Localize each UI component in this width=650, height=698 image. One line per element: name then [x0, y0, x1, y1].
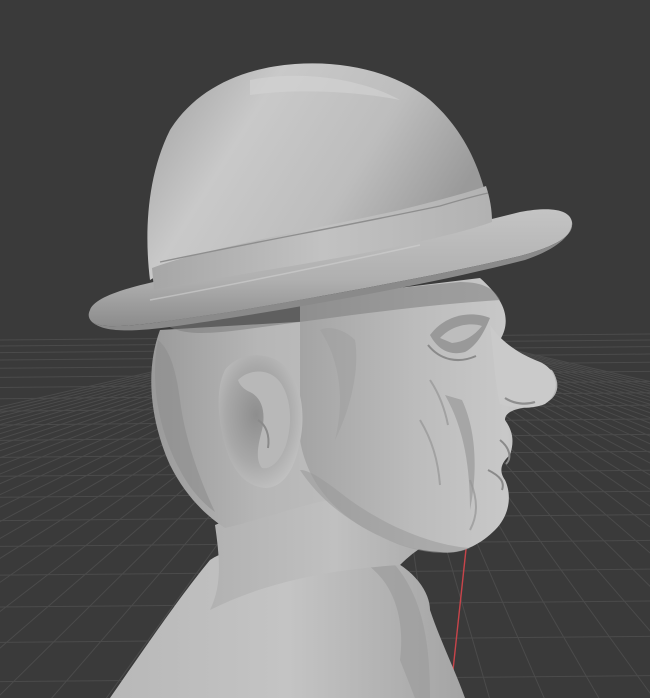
3d-viewport[interactable] — [0, 0, 650, 698]
viewport-canvas[interactable] — [0, 0, 650, 698]
